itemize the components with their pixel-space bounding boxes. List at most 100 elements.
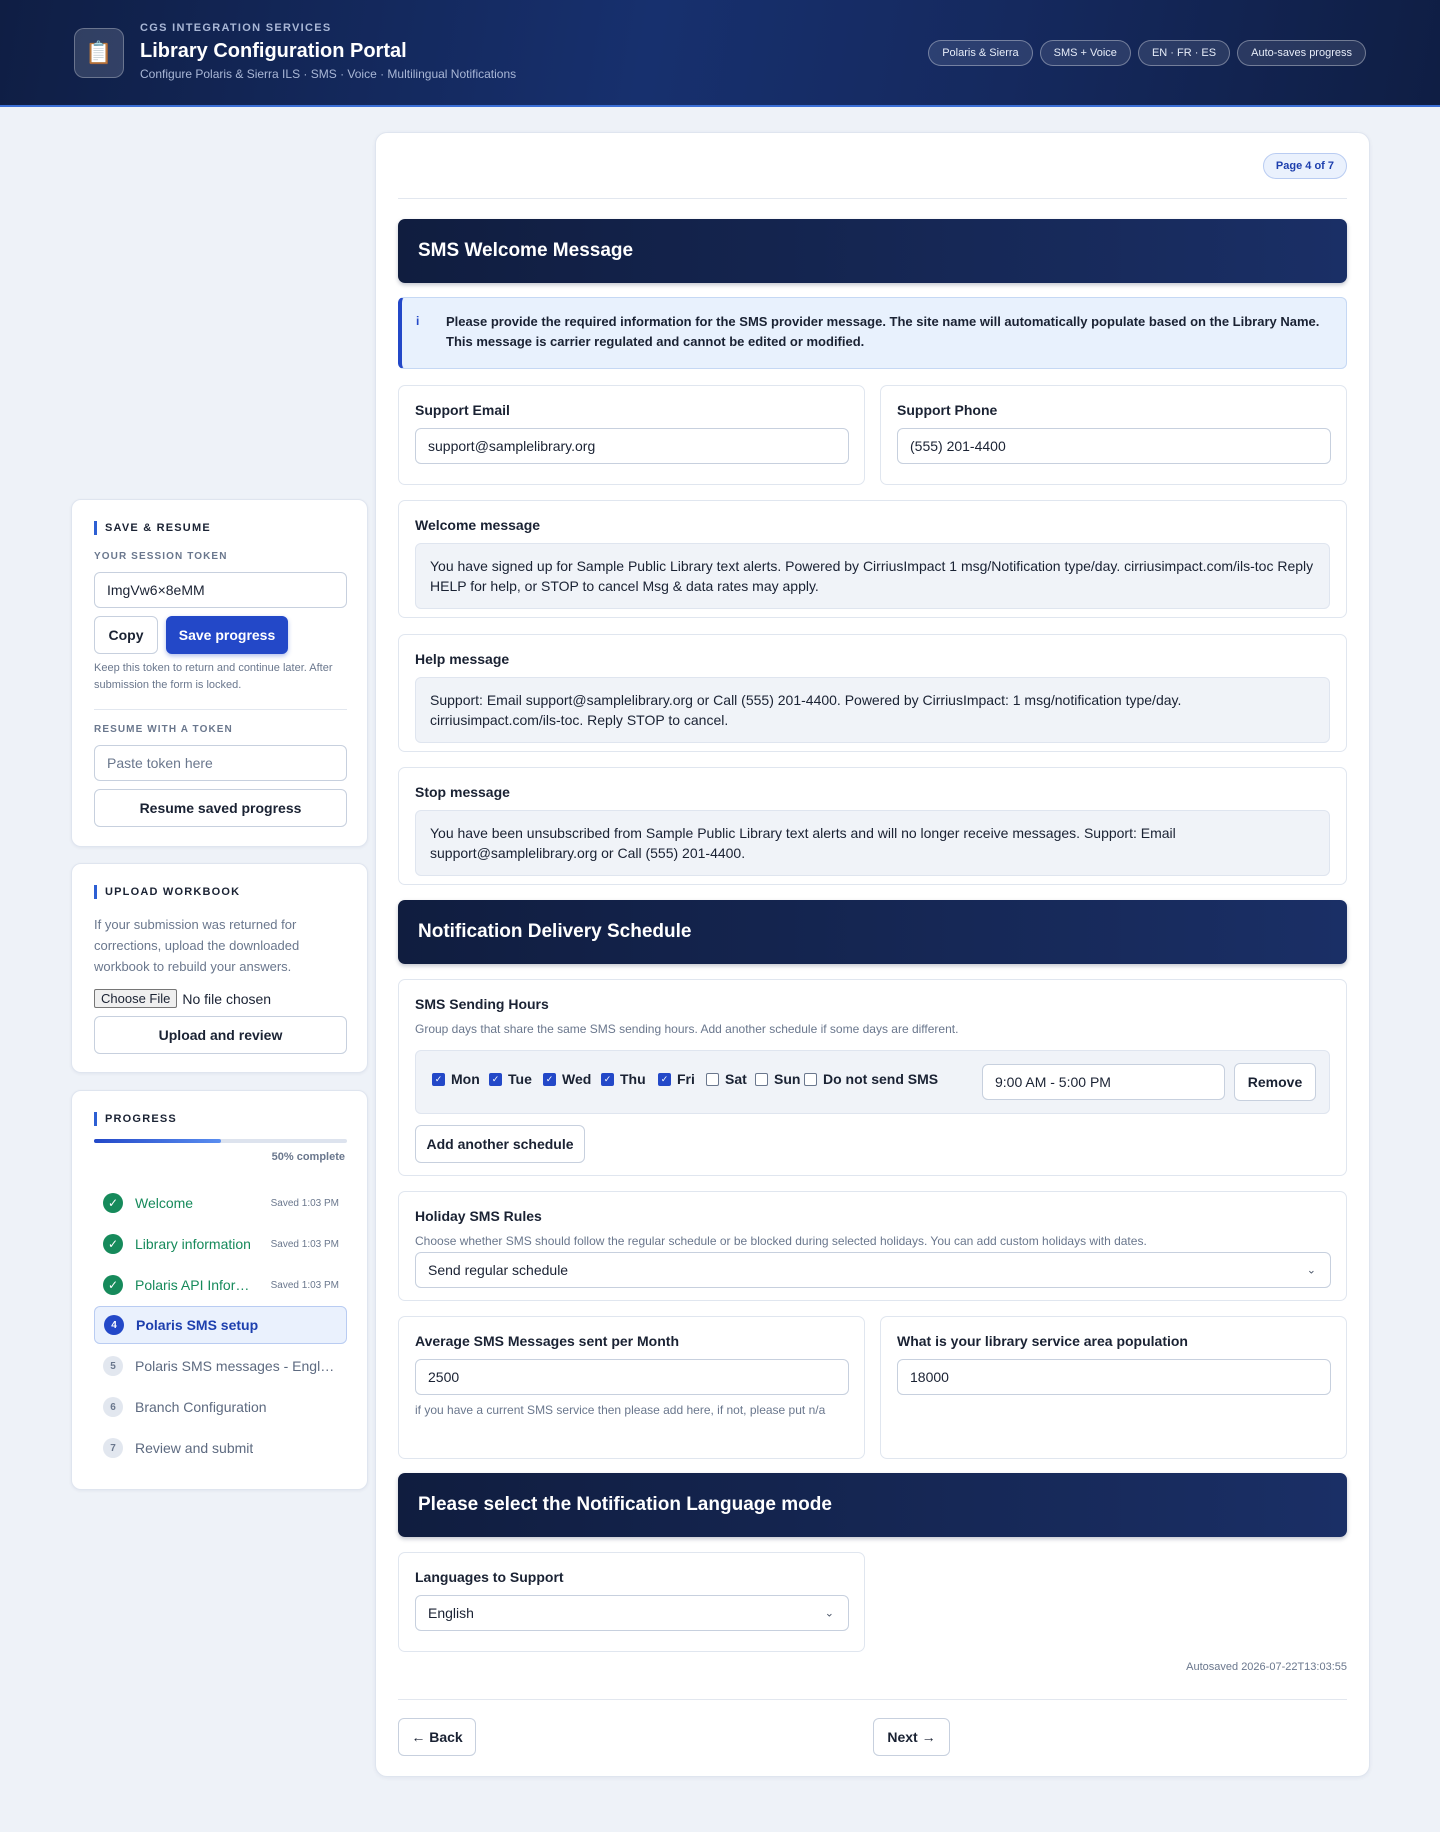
step-label: Polaris SMS setup — [136, 1317, 259, 1333]
step-polaris-sms-setup[interactable]: 4 Polaris SMS setup — [94, 1306, 347, 1344]
step-polaris-api[interactable]: ✓ Polaris API Information Saved 1:03 PM — [94, 1266, 347, 1304]
step-number: 4 — [104, 1315, 124, 1335]
step-library-information[interactable]: ✓ Library information Saved 1:03 PM — [94, 1225, 347, 1263]
avg-sms-help: if you have a current SMS service then p… — [415, 1403, 826, 1417]
checkbox-checked-icon: ✓ — [489, 1072, 502, 1086]
support-email-input[interactable]: support@samplelibrary.org — [415, 428, 849, 464]
language-mode-heading: Please select the Notification Language … — [398, 1473, 1347, 1537]
support-phone-card: Support Phone (555) 201-4400 — [880, 385, 1347, 485]
sending-hours-input[interactable]: 9:00 AM - 5:00 PM — [982, 1064, 1225, 1100]
step-welcome[interactable]: ✓ Welcome Saved 1:03 PM — [94, 1184, 347, 1222]
step-label: Welcome — [135, 1195, 194, 1211]
next-button[interactable]: Next → — [873, 1718, 950, 1756]
progress-bar-fill — [94, 1139, 221, 1143]
population-input[interactable]: 18000 — [897, 1359, 1331, 1395]
help-message-card: Help message Support: Email support@samp… — [398, 634, 1347, 752]
pill-autosave: Auto-saves progress — [1237, 40, 1366, 66]
app-title: Library Configuration Portal — [140, 40, 407, 62]
copy-token-button[interactable]: Copy — [94, 616, 158, 654]
languages-card: Languages to Support English ⌄ — [398, 1552, 865, 1652]
population-card: What is your library service area popula… — [880, 1316, 1347, 1459]
session-token-label: YOUR SESSION TOKEN — [94, 551, 228, 562]
save-progress-button[interactable]: Save progress — [166, 616, 288, 654]
support-email-card: Support Email support@samplelibrary.org — [398, 385, 865, 485]
languages-select[interactable]: English ⌄ — [415, 1595, 849, 1631]
autosave-timestamp: Autosaved 2026-07-22T13:03:55 — [1186, 1661, 1347, 1673]
checkbox-checked-icon: ✓ — [601, 1072, 614, 1086]
resume-token-input[interactable]: Paste token here — [94, 745, 347, 781]
checkbox-unchecked-icon — [755, 1072, 768, 1086]
back-button[interactable]: ← Back — [398, 1718, 476, 1756]
step-number: 7 — [103, 1438, 123, 1458]
check-icon: ✓ — [103, 1275, 123, 1295]
day-wed[interactable]: ✓ Wed — [543, 1071, 591, 1087]
pill-channels: SMS + Voice — [1039, 40, 1131, 66]
add-schedule-button[interactable]: Add another schedule — [415, 1125, 585, 1163]
session-token-input[interactable]: ImgVw6×8eMM — [94, 572, 347, 608]
step-label: Review and submit — [135, 1440, 254, 1456]
clipboard-icon: 📋 — [74, 28, 124, 78]
top-divider — [398, 198, 1347, 199]
day-fri[interactable]: ✓ Fri — [658, 1071, 695, 1087]
check-icon: ✓ — [103, 1193, 123, 1213]
holiday-rules-select[interactable]: Send regular schedule ⌄ — [415, 1252, 1331, 1288]
welcome-message-label: Welcome message — [415, 517, 541, 533]
day-mon[interactable]: ✓ Mon — [432, 1071, 480, 1087]
progress-title: PROGRESS — [94, 1112, 177, 1126]
remove-schedule-button[interactable]: Remove — [1234, 1063, 1316, 1101]
do-not-send-sms[interactable]: Do not send SMS — [804, 1071, 938, 1087]
sms-info-text: Please provide the required information … — [446, 314, 1320, 349]
support-phone-input[interactable]: (555) 201-4400 — [897, 428, 1331, 464]
step-polaris-sms-messages[interactable]: 5 Polaris SMS messages - English — [94, 1347, 347, 1385]
welcome-message-text: You have signed up for Sample Public Lib… — [415, 543, 1330, 609]
chevron-down-icon: ⌄ — [1306, 1264, 1316, 1277]
resume-progress-button[interactable]: Resume saved progress — [94, 789, 347, 827]
resume-token-label: RESUME WITH A TOKEN — [94, 724, 233, 735]
stop-message-text: You have been unsubscribed from Sample P… — [415, 810, 1330, 876]
app-subtitle: Configure Polaris & Sierra ILS · SMS · V… — [140, 67, 517, 81]
step-label: Polaris API Information — [135, 1277, 253, 1293]
checkbox-checked-icon: ✓ — [543, 1072, 556, 1086]
progress-bar — [94, 1139, 347, 1143]
upload-workbook-card: UPLOAD WORKBOOK If your submission was r… — [71, 863, 368, 1073]
app-header: 📋 CGS INTEGRATION SERVICES Library Confi… — [0, 0, 1440, 107]
day-sun[interactable]: Sun — [755, 1071, 800, 1087]
progress-percent: 50% complete — [271, 1151, 345, 1163]
step-label: Branch Configuration — [135, 1399, 267, 1415]
upload-review-button[interactable]: Upload and review — [94, 1016, 347, 1054]
holiday-rules-label: Holiday SMS Rules — [415, 1208, 542, 1224]
sms-sending-hours-label: SMS Sending Hours — [415, 996, 549, 1012]
feature-pills: Polaris & Sierra SMS + Voice EN · FR · E… — [928, 40, 1366, 66]
step-branch-configuration[interactable]: 6 Branch Configuration — [94, 1388, 347, 1426]
file-picker: Choose File No file chosen — [94, 989, 271, 1008]
step-saved-time: Saved 1:03 PM — [270, 1279, 339, 1291]
save-resume-title: SAVE & RESUME — [94, 521, 211, 535]
holiday-rules-card: Holiday SMS Rules Choose whether SMS sho… — [398, 1191, 1347, 1301]
stop-message-label: Stop message — [415, 784, 510, 800]
delivery-schedule-heading: Notification Delivery Schedule — [398, 900, 1347, 964]
info-icon: i — [416, 314, 420, 328]
step-label: Polaris SMS messages - English — [135, 1358, 335, 1374]
brand-eyebrow: CGS INTEGRATION SERVICES — [140, 22, 332, 34]
check-icon: ✓ — [103, 1234, 123, 1254]
day-tue[interactable]: ✓ Tue — [489, 1071, 532, 1087]
sms-sending-hours-card: SMS Sending Hours Group days that share … — [398, 979, 1347, 1176]
support-phone-label: Support Phone — [897, 402, 998, 418]
holiday-rules-help: Choose whether SMS should follow the reg… — [415, 1234, 1147, 1248]
avg-sms-input[interactable]: 2500 — [415, 1359, 849, 1395]
step-review-submit[interactable]: 7 Review and submit — [94, 1429, 347, 1467]
day-sat[interactable]: Sat — [706, 1071, 747, 1087]
step-label: Library information — [135, 1236, 251, 1252]
day-thu[interactable]: ✓ Thu — [601, 1071, 646, 1087]
checkbox-unchecked-icon — [804, 1072, 817, 1086]
save-resume-card: SAVE & RESUME YOUR SESSION TOKEN ImgVw6×… — [71, 499, 368, 847]
progress-card: PROGRESS 50% complete ✓ Welcome Saved 1:… — [71, 1090, 368, 1490]
choose-file-button[interactable]: Choose File — [94, 989, 178, 1008]
avg-sms-label: Average SMS Messages sent per Month — [415, 1333, 680, 1349]
page-indicator: Page 4 of 7 — [1262, 153, 1347, 179]
schedule-row: ✓ Mon ✓ Tue ✓ Wed ✓ Thu ✓ Fri Sat Sun Do not … — [415, 1050, 1330, 1114]
help-message-text: Support: Email support@samplelibrary.org… — [415, 677, 1330, 743]
checkbox-unchecked-icon — [706, 1072, 719, 1086]
population-label: What is your library service area popula… — [897, 1333, 1188, 1349]
step-saved-time: Saved 1:03 PM — [270, 1197, 339, 1209]
